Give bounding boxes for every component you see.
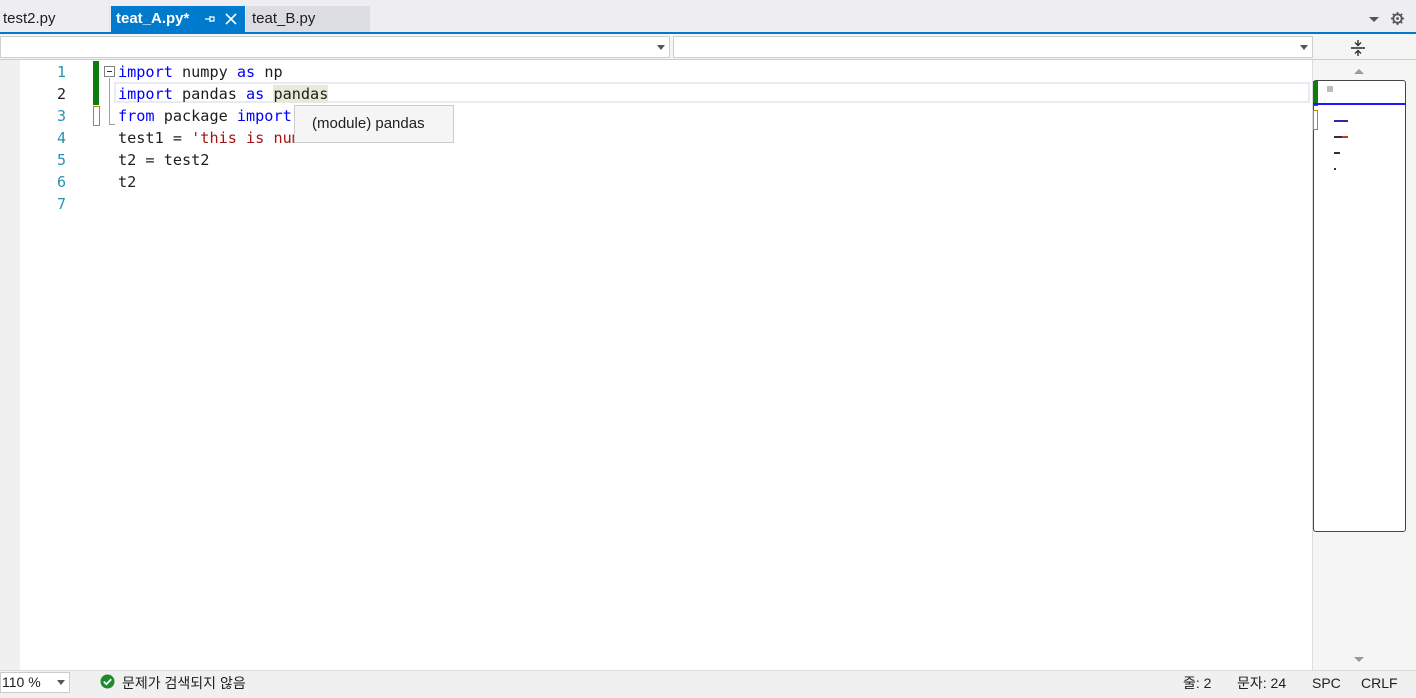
chevron-down-icon: [1300, 45, 1308, 50]
zoom-value: 110 %: [2, 674, 41, 690]
code-line-1: import numpy as np: [118, 61, 283, 83]
line-number: 7: [56, 195, 66, 213]
saved-change-marker: [93, 61, 99, 105]
scroll-down-icon[interactable]: [1352, 655, 1366, 665]
code-text: t2 = test2: [118, 151, 210, 169]
char-indicator[interactable]: 문자: 24: [1237, 670, 1286, 696]
pin-icon[interactable]: [202, 6, 216, 32]
highlighted-reference[interactable]: pandas: [273, 85, 329, 103]
code-line-3: from package import: [118, 105, 292, 127]
issues-status[interactable]: 문제가 검색되지 않음: [122, 670, 246, 696]
code-text: package: [154, 107, 237, 125]
scroll-up-icon[interactable]: [1352, 66, 1366, 76]
line-indicator[interactable]: 줄: 2: [1183, 670, 1211, 696]
minimap-code-line: [1334, 152, 1340, 154]
code-text: numpy: [172, 63, 237, 81]
line-number: 3: [56, 107, 66, 125]
tab-label: teat_A.py*: [116, 10, 190, 27]
string-literal: 'this is num: [191, 129, 301, 147]
line-ending-indicator[interactable]: CRLF: [1361, 670, 1398, 696]
minimap-viewport[interactable]: [1313, 80, 1406, 532]
collapse-icon[interactable]: [104, 66, 115, 77]
code-text: np: [255, 63, 283, 81]
code-text: t2: [118, 173, 137, 191]
line-number: 5: [56, 151, 66, 169]
spacing-indicator[interactable]: SPC: [1312, 670, 1341, 696]
quickinfo-tooltip: (module) pandas: [294, 105, 454, 143]
tab-teat-b-py[interactable]: teat_B.py: [246, 6, 370, 32]
zoom-dropdown[interactable]: 110 %: [0, 672, 70, 693]
code-text: test1 =: [118, 129, 192, 147]
code-line-4: test1 = 'this is num: [118, 127, 301, 149]
minimap-fold-mark: [1327, 86, 1333, 92]
keyword: import: [118, 85, 173, 103]
close-icon[interactable]: [224, 6, 238, 32]
split-window-icon[interactable]: [1345, 38, 1371, 58]
check-circle-icon: [100, 674, 115, 689]
minimap-code-line: [1334, 168, 1336, 170]
code-line-5: t2 = test2: [118, 149, 209, 171]
keyword: import: [118, 63, 173, 81]
code-text: pandas: [172, 85, 247, 103]
unsaved-change-marker: [93, 106, 100, 126]
keyword: import: [236, 107, 292, 125]
keyword: from: [118, 107, 155, 125]
chevron-down-icon: [57, 680, 65, 685]
code-line-2: import pandas as pandas: [118, 83, 329, 105]
fold-guide: [109, 78, 110, 124]
line-number: 2: [56, 85, 66, 103]
keyword: as: [246, 85, 265, 103]
line-number: 1: [56, 63, 66, 81]
tab-label: test2.py: [3, 10, 56, 27]
fold-guide-end: [109, 124, 115, 125]
minimap-code-line: [1334, 120, 1348, 122]
tab-overflow-icon[interactable]: [1367, 12, 1381, 26]
chevron-down-icon: [657, 45, 665, 50]
line-number: 6: [56, 173, 66, 191]
member-dropdown[interactable]: [673, 36, 1313, 58]
minimap-code-line: [1342, 136, 1348, 138]
keyword: as: [236, 63, 256, 81]
code-line-6: t2: [118, 171, 136, 193]
glyph-margin: [0, 60, 20, 670]
minimap-caret-line: [1313, 103, 1406, 105]
minimap-code-line: [1334, 136, 1342, 138]
settings-icon[interactable]: [1390, 11, 1405, 26]
tab-label: teat_B.py: [252, 10, 316, 27]
tab-test2-py[interactable]: test2.py: [0, 6, 110, 32]
scope-dropdown[interactable]: [0, 36, 670, 58]
tab-teat-a-py[interactable]: teat_A.py*: [111, 6, 245, 32]
line-number: 4: [56, 129, 66, 147]
code-editor[interactable]: [20, 60, 1312, 670]
minimap-unsaved-change: [1313, 110, 1318, 130]
